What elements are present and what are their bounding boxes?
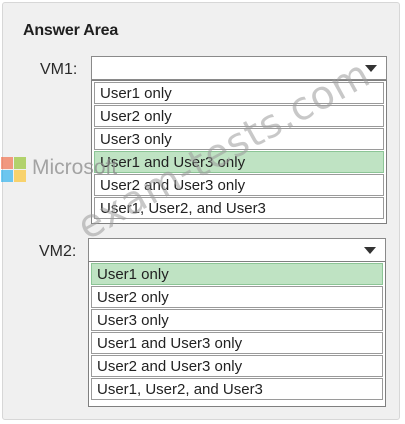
vm1-option[interactable]: User1, User2, and User3 [94, 197, 384, 219]
vm1-label: VM1: [40, 61, 78, 78]
chevron-down-icon[interactable] [364, 247, 376, 254]
vm2-option[interactable]: User2 only [91, 286, 383, 308]
vm1-option[interactable]: User2 and User3 only [94, 174, 384, 196]
vm1-option[interactable]: User2 only [94, 105, 384, 127]
vm2-options-list: User1 only User2 only User3 only User1 a… [88, 261, 386, 407]
vm1-options-list: User1 only User2 only User3 only User1 a… [91, 80, 387, 224]
vm2-option[interactable]: User1 and User3 only [91, 332, 383, 354]
microsoft-logo-icon [1, 157, 27, 183]
vm2-dropdown[interactable] [88, 238, 386, 262]
microsoft-logo-text: Microsoft [32, 156, 118, 179]
vm2-option-selected[interactable]: User1 only [91, 263, 383, 285]
vm1-option[interactable]: User3 only [94, 128, 384, 150]
answer-area-title: Answer Area [23, 22, 119, 39]
vm2-option[interactable]: User1, User2, and User3 [91, 378, 383, 400]
vm1-dropdown[interactable] [91, 56, 387, 80]
vm2-option[interactable]: User3 only [91, 309, 383, 331]
answer-area-panel: Answer Area VM1: User1 only User2 only U… [2, 2, 400, 420]
vm1-option[interactable]: User1 only [94, 82, 384, 104]
vm2-option[interactable]: User2 and User3 only [91, 355, 383, 377]
chevron-down-icon[interactable] [365, 65, 377, 72]
vm1-option-selected[interactable]: User1 and User3 only [94, 151, 384, 173]
vm2-label: VM2: [39, 243, 77, 260]
